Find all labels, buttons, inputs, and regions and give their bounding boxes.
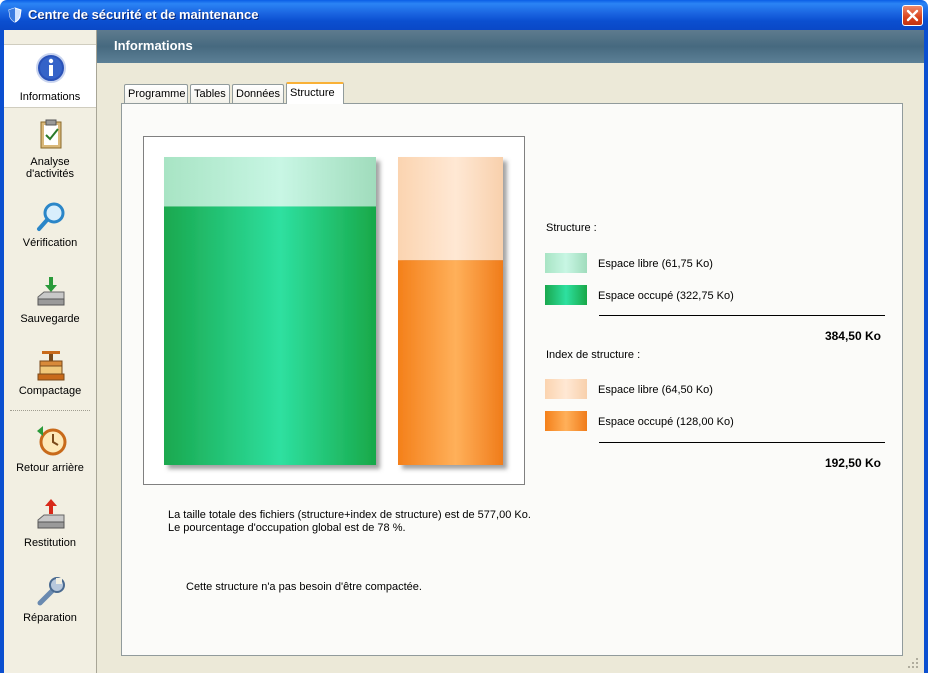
bar-group xyxy=(164,157,376,465)
legend-structure-divider xyxy=(599,315,885,316)
legend-swatch-structure-free xyxy=(545,253,587,273)
section-header: Informations xyxy=(97,30,924,63)
sidebar-item-label: Réparation xyxy=(23,612,77,624)
press-icon xyxy=(37,351,65,381)
legend-structure-total: 384,50 Ko xyxy=(824,329,881,343)
sidebar: Informations Analyse d'activités Vérific… xyxy=(4,30,97,673)
tab-structure[interactable]: Structure xyxy=(286,82,344,104)
sidebar-item-label: Restitution xyxy=(24,537,76,549)
sidebar-item-label: Vérification xyxy=(22,237,78,249)
shield-icon xyxy=(8,7,22,23)
content-area: Programme Tables Données Structure Struc… xyxy=(97,63,924,673)
bar-group xyxy=(398,157,503,465)
tab-label: Données xyxy=(236,88,281,100)
legend-structure-used: Espace occupé (322,75 Ko) xyxy=(598,290,734,302)
sidebar-item-analyse[interactable]: Analyse d'activités xyxy=(4,115,96,183)
close-button[interactable] xyxy=(902,5,923,26)
summary-total-size: La taille totale des fichiers (structure… xyxy=(168,509,531,521)
summary-occupation: Le pourcentage d'occupation global est d… xyxy=(168,522,406,534)
sidebar-item-label: Retour arrière xyxy=(16,462,84,474)
legend-swatch-index-free xyxy=(545,379,587,399)
structure-panel: Structure : Espace libre (61,75 Ko) Espa… xyxy=(121,103,903,656)
bar-segment-used xyxy=(398,260,503,465)
sidebar-item-label: Analyse d'activités xyxy=(26,156,74,180)
window-title: Centre de sécurité et de maintenance xyxy=(28,7,259,22)
backup-drive-icon xyxy=(37,277,65,306)
tab-tables[interactable]: Tables xyxy=(190,84,230,103)
wrench-icon xyxy=(37,577,65,606)
sidebar-item-reparation[interactable]: Réparation xyxy=(4,572,96,632)
chart-frame xyxy=(143,136,525,485)
tab-donnees[interactable]: Données xyxy=(232,84,284,103)
tab-programme[interactable]: Programme xyxy=(124,84,188,103)
sidebar-item-label: Informations xyxy=(19,91,81,103)
sidebar-item-label: Compactage xyxy=(18,385,82,397)
sidebar-divider xyxy=(10,410,90,411)
legend-structure-free: Espace libre (61,75 Ko) xyxy=(598,258,713,270)
sidebar-item-retour-arriere[interactable]: Retour arrière xyxy=(4,421,96,487)
title-bar[interactable]: Centre de sécurité et de maintenance xyxy=(0,0,928,30)
clipboard-icon xyxy=(40,119,62,149)
sidebar-item-informations[interactable]: Informations xyxy=(4,44,96,108)
legend-structure-heading: Structure : xyxy=(546,222,597,234)
clock-rollback-icon xyxy=(37,426,67,456)
legend-index-total: 192,50 Ko xyxy=(824,456,881,470)
tab-label: Programme xyxy=(128,88,186,100)
bar-segment-free xyxy=(398,157,503,261)
resize-grip-icon[interactable] xyxy=(905,655,919,669)
magnifier-icon xyxy=(37,202,65,231)
legend-index-heading: Index de structure : xyxy=(546,349,641,361)
section-title: Informations xyxy=(114,38,193,53)
bar-segment-free xyxy=(164,157,376,207)
legend-swatch-structure-used xyxy=(545,285,587,305)
sidebar-item-sauvegarde[interactable]: Sauvegarde xyxy=(4,273,96,329)
sidebar-item-compactage[interactable]: Compactage xyxy=(4,345,96,405)
restore-drive-icon xyxy=(37,499,65,529)
tab-label: Tables xyxy=(194,88,226,100)
legend-index-free: Espace libre (64,50 Ko) xyxy=(598,384,713,396)
legend-index-used: Espace occupé (128,00 Ko) xyxy=(598,416,734,428)
compaction-status: Cette structure n'a pas besoin d'être co… xyxy=(186,581,422,593)
sidebar-item-label: Sauvegarde xyxy=(20,313,80,325)
sidebar-item-restitution[interactable]: Restitution xyxy=(4,496,96,556)
tab-label: Structure xyxy=(290,87,335,99)
bar-segment-used xyxy=(164,206,376,465)
window-frame-right xyxy=(924,30,928,673)
close-icon xyxy=(906,9,919,22)
structure-chart xyxy=(164,157,503,465)
legend-swatch-index-used xyxy=(545,411,587,431)
sidebar-item-verification[interactable]: Vérification xyxy=(4,198,96,254)
info-icon xyxy=(36,53,66,83)
legend-index-divider xyxy=(599,442,885,443)
